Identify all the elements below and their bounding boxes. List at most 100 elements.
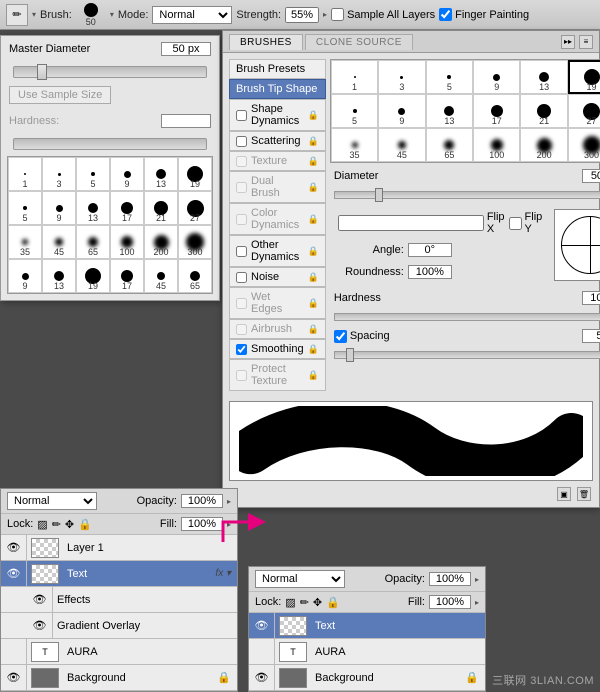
opacity-input-right[interactable]	[429, 572, 471, 586]
brush-tip-cell[interactable]: 1	[331, 60, 378, 94]
brush-tip-cell[interactable]: 100	[473, 128, 520, 162]
strength-caret[interactable]: ▸	[323, 10, 327, 19]
brush-tip-cell[interactable]: 45	[378, 128, 425, 162]
brush-tip-cell[interactable]: 9	[378, 94, 425, 128]
hardness-slider2[interactable]	[334, 313, 600, 321]
brush-preset-cell[interactable]: 45	[144, 259, 178, 293]
brush-option-noise[interactable]: Noise🔒	[229, 267, 326, 287]
brush-preset-cell[interactable]: 3	[42, 157, 76, 191]
brush-preset-cell[interactable]: 65	[178, 259, 212, 293]
spacing-slider[interactable]	[334, 351, 600, 359]
visibility-toggle[interactable]: 👁	[27, 613, 53, 638]
tool-menu-caret[interactable]: ▾	[32, 10, 36, 19]
brush-preset-cell[interactable]: 1	[8, 157, 42, 191]
layer-item[interactable]: 👁Layer 1	[1, 535, 237, 561]
brush-tip-cell[interactable]: 19	[568, 60, 600, 94]
smudge-tool-icon[interactable]: ✏	[6, 4, 28, 26]
brush-tip-cell[interactable]: 13	[520, 60, 567, 94]
visibility-toggle[interactable]: 👁	[249, 665, 275, 690]
visibility-toggle[interactable]: 👁	[1, 561, 27, 586]
brush-preset-cell[interactable]: 19	[178, 157, 212, 191]
new-brush-icon[interactable]: ▣	[557, 487, 571, 501]
brush-preset-cell[interactable]: 200	[144, 225, 178, 259]
brush-preset-cell[interactable]: 13	[42, 259, 76, 293]
layer-item[interactable]: 👁Background🔒	[249, 665, 485, 691]
layer-item[interactable]: 👁Effects	[1, 587, 237, 613]
roundness-input[interactable]	[408, 265, 452, 279]
visibility-toggle[interactable]	[249, 639, 275, 664]
panel-collapse-icon[interactable]: ▸▸	[561, 35, 575, 49]
master-diameter-slider[interactable]	[13, 66, 207, 78]
diameter-input[interactable]	[582, 169, 600, 183]
hardness-input2[interactable]	[582, 291, 600, 305]
brush-presets-header[interactable]: Brush Presets	[229, 59, 326, 79]
brush-option-scattering[interactable]: Scattering🔒	[229, 131, 326, 151]
master-diameter-input[interactable]	[161, 42, 211, 56]
tab-brushes[interactable]: BRUSHES	[229, 34, 303, 50]
brush-caret[interactable]: ▾	[110, 10, 114, 19]
layer-item[interactable]: TAURA	[249, 639, 485, 665]
visibility-toggle[interactable]: 👁	[1, 665, 27, 690]
spacing-input[interactable]	[582, 329, 600, 343]
brush-preset-cell[interactable]: 35	[8, 225, 42, 259]
layer-item[interactable]: 👁Textfx ▾	[1, 561, 237, 587]
brush-preset-cell[interactable]: 100	[110, 225, 144, 259]
finger-painting-checkbox[interactable]: Finger Painting	[439, 8, 529, 21]
brush-preset-cell[interactable]: 5	[8, 191, 42, 225]
strength-input[interactable]	[285, 7, 319, 23]
brush-tip-cell[interactable]: 27	[568, 94, 600, 128]
visibility-toggle[interactable]: 👁	[27, 587, 53, 612]
brush-preset-cell[interactable]: 9	[110, 157, 144, 191]
brush-preset-cell[interactable]: 21	[144, 191, 178, 225]
lock-transparency-icon-r[interactable]: ▨	[285, 596, 295, 609]
angle-control[interactable]	[554, 209, 600, 281]
brush-tip-cell[interactable]: 9	[473, 60, 520, 94]
layer-item[interactable]: 👁Gradient Overlay	[1, 613, 237, 639]
spacing-checkbox[interactable]: Spacing	[334, 330, 390, 343]
brush-tip-cell[interactable]: 35	[331, 128, 378, 162]
lock-all-icon-r[interactable]: 🔒	[326, 596, 340, 609]
brush-preset-cell[interactable]: 13	[76, 191, 110, 225]
flip-y-checkbox[interactable]: Flip Y	[509, 211, 543, 235]
brush-option-smoothing[interactable]: Smoothing🔒	[229, 339, 326, 359]
brush-tip-cell[interactable]: 21	[520, 94, 567, 128]
brush-preset-cell[interactable]: 9	[42, 191, 76, 225]
brush-preset-cell[interactable]: 17	[110, 191, 144, 225]
tab-clone-source[interactable]: CLONE SOURCE	[305, 34, 413, 50]
lock-position-icon-r[interactable]: ✥	[313, 596, 322, 609]
blend-mode-select-right[interactable]: Normal	[255, 570, 345, 588]
brush-option-other-dynamics[interactable]: Other Dynamics🔒	[229, 235, 326, 267]
brush-tip-cell[interactable]: 17	[473, 94, 520, 128]
fill-input-left[interactable]	[181, 517, 223, 531]
mode-select[interactable]: Normal	[152, 6, 232, 24]
fill-input-right[interactable]	[429, 595, 471, 609]
brush-preset-cell[interactable]: 9	[8, 259, 42, 293]
blend-mode-select-left[interactable]: Normal	[7, 492, 97, 510]
brush-tip-shape[interactable]: Brush Tip Shape	[229, 79, 326, 99]
lock-transparency-icon[interactable]: ▨	[37, 518, 47, 531]
lock-pixels-icon-r[interactable]: ✏	[300, 596, 309, 609]
brush-tip-grid[interactable]: 135913195913172127354565100200300	[330, 59, 600, 163]
visibility-toggle[interactable]	[1, 639, 27, 664]
brush-option-shape-dynamics[interactable]: Shape Dynamics🔒	[229, 99, 326, 131]
brush-picker[interactable]: 50	[76, 3, 106, 27]
visibility-toggle[interactable]: 👁	[1, 535, 27, 560]
brush-preset-cell[interactable]: 19	[76, 259, 110, 293]
brush-tip-cell[interactable]: 300	[568, 128, 600, 162]
lock-pixels-icon[interactable]: ✏	[52, 518, 61, 531]
brush-preset-cell[interactable]: 13	[144, 157, 178, 191]
brush-preset-cell[interactable]: 300	[178, 225, 212, 259]
delete-brush-icon[interactable]: 🗑	[577, 487, 591, 501]
brush-preset-grid[interactable]: 1359131959131721273545651002003009131917…	[7, 156, 213, 294]
brush-preset-cell[interactable]: 27	[178, 191, 212, 225]
sample-all-checkbox[interactable]: Sample All Layers	[331, 8, 435, 21]
lock-all-icon[interactable]: 🔒	[78, 518, 92, 531]
visibility-toggle[interactable]: 👁	[249, 613, 275, 638]
brush-tip-cell[interactable]: 13	[426, 94, 473, 128]
flip-x-checkbox[interactable]: Flip X	[338, 211, 505, 235]
brush-preset-cell[interactable]: 45	[42, 225, 76, 259]
diameter-slider[interactable]	[334, 191, 600, 199]
lock-position-icon[interactable]: ✥	[65, 518, 74, 531]
brush-preset-cell[interactable]: 5	[76, 157, 110, 191]
brush-preset-cell[interactable]: 65	[76, 225, 110, 259]
